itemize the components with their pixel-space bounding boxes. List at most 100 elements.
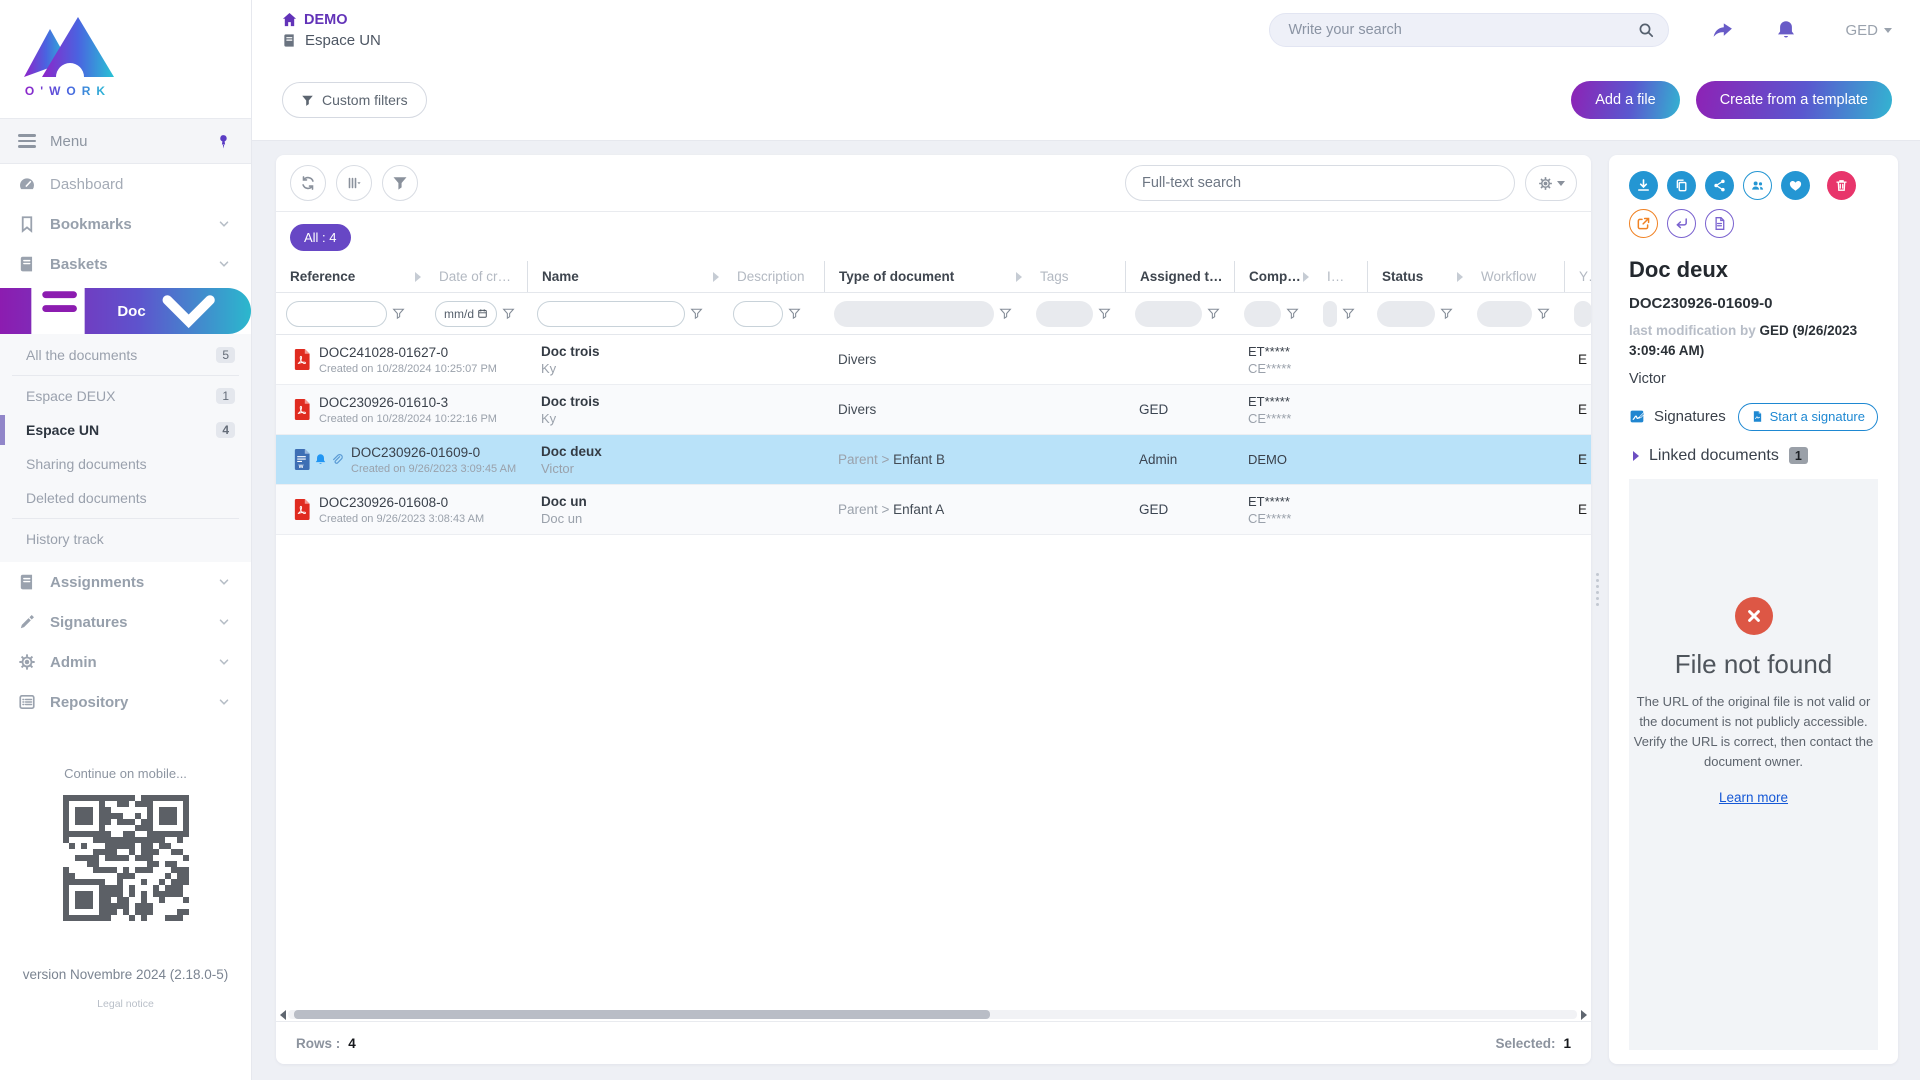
custom-filters-button[interactable]: Custom filters xyxy=(282,82,427,118)
pin-icon[interactable] xyxy=(216,134,231,149)
delete-button[interactable] xyxy=(1827,171,1856,200)
column-header-y-[interactable]: Y… xyxy=(1564,261,1591,292)
sidebar-item-dashboard[interactable]: Dashboard xyxy=(0,164,251,204)
column-header-name[interactable]: Name xyxy=(527,261,723,292)
sidebar-item-label: Admin xyxy=(50,654,217,671)
column-header-workflow[interactable]: Workflow xyxy=(1467,261,1564,292)
rows-label: Rows : xyxy=(296,1036,340,1051)
fulltext-search xyxy=(1125,165,1515,201)
date-filter-input[interactable]: mm/d xyxy=(435,301,497,327)
column-header-date-of-cr-[interactable]: Date of cr… xyxy=(425,261,527,292)
name-cell: Doc troisKy xyxy=(527,394,723,426)
scroll-left-arrow[interactable] xyxy=(280,1010,286,1020)
created-date: Created on 10/28/2024 10:25:07 PM xyxy=(319,363,425,375)
document-info-button[interactable] xyxy=(1705,209,1734,238)
funnel-icon[interactable] xyxy=(392,307,405,320)
filter-input[interactable] xyxy=(537,301,685,327)
table-settings-button[interactable] xyxy=(1525,165,1577,201)
user-menu[interactable]: GED xyxy=(1845,22,1892,39)
divider xyxy=(12,518,239,519)
pdf-file-icon xyxy=(292,348,311,371)
sidebar-item-repository[interactable]: Repository xyxy=(0,682,251,722)
sidebar-item-assignments[interactable]: Assignments xyxy=(0,562,251,602)
filter-cell-i- xyxy=(1313,293,1367,334)
sidebar-item-admin[interactable]: Admin xyxy=(0,642,251,682)
search-icon[interactable] xyxy=(1638,22,1654,38)
download-button[interactable] xyxy=(1629,171,1658,200)
expand-column-icon[interactable] xyxy=(713,272,719,282)
column-header-status[interactable]: Status xyxy=(1367,261,1467,292)
funnel-icon[interactable] xyxy=(1098,307,1111,320)
sidebar-item-signatures[interactable]: Signatures xyxy=(0,602,251,642)
reference-cell: DOC241028-01627-0Created on 10/28/2024 1… xyxy=(276,345,425,375)
table-row[interactable]: wDOC230926-01609-0Created on 9/26/2023 3… xyxy=(276,435,1591,485)
columns-button[interactable] xyxy=(336,165,372,201)
copy-button[interactable] xyxy=(1667,171,1696,200)
column-header-tags[interactable]: Tags xyxy=(1026,261,1125,292)
column-header-i-[interactable]: I… xyxy=(1313,261,1367,292)
table-row[interactable]: DOC241028-01627-0Created on 10/28/2024 1… xyxy=(276,335,1591,385)
bell-icon[interactable] xyxy=(1775,19,1797,41)
column-header-assigned-t-[interactable]: Assigned t… xyxy=(1125,261,1234,292)
learn-more-link[interactable]: Learn more xyxy=(1719,790,1788,805)
expand-column-icon[interactable] xyxy=(415,272,421,282)
share-icon[interactable] xyxy=(1711,19,1733,41)
column-header-description[interactable]: Description xyxy=(723,261,824,292)
funnel-icon[interactable] xyxy=(1342,307,1355,320)
global-search-input[interactable] xyxy=(1288,22,1638,38)
fulltext-search-input[interactable] xyxy=(1142,175,1498,191)
expand-column-icon[interactable] xyxy=(1016,272,1022,282)
refresh-button[interactable] xyxy=(290,165,326,201)
linked-documents-toggle[interactable]: Linked documents 1 xyxy=(1629,447,1878,465)
start-signature-button[interactable]: Start a signature xyxy=(1738,403,1878,431)
funnel-icon[interactable] xyxy=(1207,307,1220,320)
column-header-reference[interactable]: Reference xyxy=(276,261,425,292)
scrollbar-thumb[interactable] xyxy=(294,1010,990,1019)
filter-button[interactable] xyxy=(382,165,418,201)
share-button[interactable] xyxy=(1705,171,1734,200)
return-button[interactable] xyxy=(1667,209,1696,238)
funnel-icon[interactable] xyxy=(1286,307,1299,320)
sidebar-item-doc[interactable]: Doc xyxy=(0,288,251,334)
sidebar-item-label: Dashboard xyxy=(50,176,231,193)
filter-input[interactable] xyxy=(733,301,783,327)
column-header-comp-[interactable]: Comp… xyxy=(1234,261,1313,292)
sidebar-subitem-history-track[interactable]: History track xyxy=(0,522,251,556)
sidebar-subitem-deleted-documents[interactable]: Deleted documents xyxy=(0,481,251,515)
menu-toggle[interactable]: Menu xyxy=(0,118,251,164)
table-row[interactable]: DOC230926-01610-3Created on 10/28/2024 1… xyxy=(276,385,1591,435)
add-file-button[interactable]: Add a file xyxy=(1571,81,1679,119)
funnel-icon[interactable] xyxy=(999,307,1012,320)
open-external-button[interactable] xyxy=(1629,209,1658,238)
sidebar-subitem-all-the-documents[interactable]: All the documents5 xyxy=(0,338,251,372)
expand-column-icon[interactable] xyxy=(1303,272,1309,282)
return-arrow-icon xyxy=(1674,216,1689,231)
sidebar-subitem-sharing-documents[interactable]: Sharing documents xyxy=(0,447,251,481)
funnel-icon[interactable] xyxy=(502,307,515,320)
scroll-right-arrow[interactable] xyxy=(1581,1010,1587,1020)
filter-input[interactable] xyxy=(286,301,387,327)
expand-column-icon[interactable] xyxy=(1457,272,1463,282)
funnel-icon[interactable] xyxy=(788,307,801,320)
funnel-icon[interactable] xyxy=(1440,307,1453,320)
table-row[interactable]: DOC230926-01608-0Created on 9/26/2023 3:… xyxy=(276,485,1591,535)
funnel-icon[interactable] xyxy=(1537,307,1550,320)
table-filter-row: mm/d xyxy=(276,293,1591,335)
funnel-icon[interactable] xyxy=(690,307,703,320)
sidebar-subitem-espace-deux[interactable]: Espace DEUX1 xyxy=(0,379,251,413)
users-button[interactable] xyxy=(1743,171,1772,200)
legal-notice-link[interactable]: Legal notice xyxy=(0,998,251,1010)
column-header-type-of-document[interactable]: Type of document xyxy=(824,261,1026,292)
breadcrumb-home[interactable]: DEMO xyxy=(282,12,381,28)
breadcrumb-space[interactable]: Espace UN xyxy=(282,32,381,49)
all-count-chip[interactable]: All : 4 xyxy=(290,224,351,251)
gear-icon xyxy=(18,653,36,671)
filter-cell-name xyxy=(527,293,723,334)
panel-resize-handle[interactable] xyxy=(1596,573,1599,606)
favorite-button[interactable] xyxy=(1781,171,1810,200)
scrollbar-track[interactable] xyxy=(288,1010,1577,1019)
sidebar-item-bookmarks[interactable]: Bookmarks xyxy=(0,204,251,244)
document-title: Doc deux xyxy=(1629,257,1878,283)
sidebar-subitem-espace-un[interactable]: Espace UN4 xyxy=(0,413,251,447)
create-template-button[interactable]: Create from a template xyxy=(1696,81,1892,119)
